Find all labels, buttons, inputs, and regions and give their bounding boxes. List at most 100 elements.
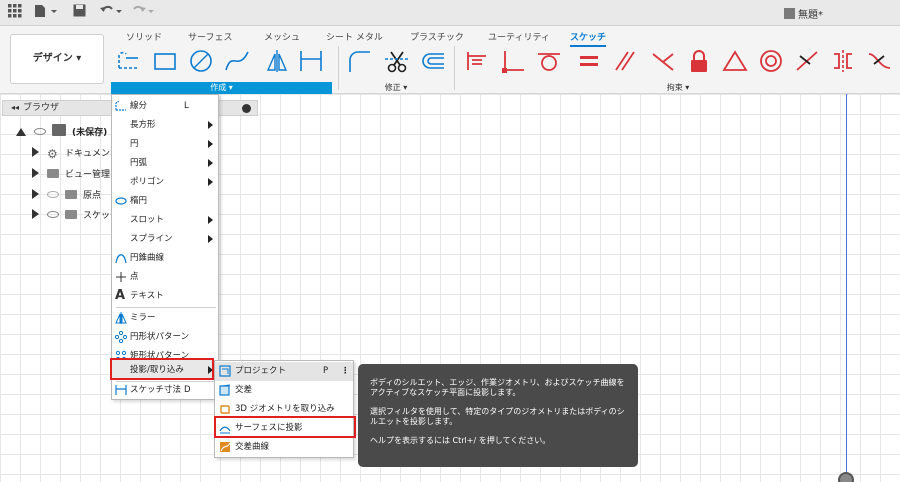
- browser-item-origin[interactable]: 原点: [32, 187, 101, 205]
- document-cube-icon: [784, 8, 795, 19]
- menu-item-polygon[interactable]: ポリゴン: [112, 173, 218, 191]
- equal-constraint-icon[interactable]: [576, 48, 602, 74]
- horizontal-vertical-constraint-icon[interactable]: [650, 48, 676, 74]
- folder-icon: [47, 169, 59, 178]
- collinear-constraint-icon[interactable]: [794, 48, 820, 74]
- curvature-constraint-icon[interactable]: [866, 48, 892, 74]
- tab-plastic[interactable]: プラスチック: [410, 30, 464, 43]
- intersect-icon: [219, 384, 231, 396]
- offset-tool-icon[interactable]: [420, 48, 446, 74]
- spline-tool-icon[interactable]: [224, 48, 250, 74]
- expand-triangle-icon[interactable]: [32, 189, 39, 199]
- concentric-constraint-icon[interactable]: [758, 48, 784, 74]
- submenu-item-project[interactable]: プロジェクト P ⋮: [215, 362, 353, 381]
- app-grid-icon[interactable]: [6, 4, 24, 22]
- expand-triangle-icon[interactable]: [16, 128, 26, 136]
- menu-item-point[interactable]: 点: [112, 268, 218, 286]
- modify-group-dropdown[interactable]: 修正 ▾: [346, 82, 446, 93]
- menu-item-spline[interactable]: スプライン: [112, 230, 218, 248]
- highlight-box-project-to-surface: [214, 416, 356, 438]
- midpoint-constraint-icon[interactable]: [722, 48, 748, 74]
- menu-item-label: 交差: [235, 385, 253, 395]
- browser-root-item[interactable]: (未保存): [16, 124, 107, 142]
- shortcut-key: L: [184, 101, 189, 111]
- dimension-tool-icon[interactable]: [298, 48, 324, 74]
- tab-sheet-metal[interactable]: シート メタル: [326, 30, 383, 43]
- origin-marker[interactable]: [838, 472, 854, 482]
- circular-pattern-icon: [115, 331, 127, 343]
- submenu-arrow-icon: [208, 159, 213, 167]
- menu-item-circle[interactable]: 円: [112, 135, 218, 153]
- visibility-eye-icon[interactable]: [34, 128, 46, 135]
- perpendicular-constraint-icon[interactable]: [500, 48, 526, 74]
- create-dropdown-menu: 線分 L 長方形 円 円弧 ポリゴン 楕円 スロット スプライン 円錐曲線 点 A…: [111, 94, 219, 400]
- ribbon-divider: [454, 46, 455, 90]
- tangent-constraint-icon[interactable]: [536, 48, 562, 74]
- circle-tool-icon[interactable]: [188, 48, 214, 74]
- menu-item-text[interactable]: A テキスト: [112, 287, 218, 305]
- symmetry-constraint-icon[interactable]: [830, 48, 856, 74]
- more-options-icon[interactable]: ⋮: [341, 362, 350, 381]
- line-icon: [115, 101, 126, 111]
- menu-item-label: 線分: [130, 101, 148, 111]
- visibility-eye-icon[interactable]: [47, 211, 59, 218]
- create-group-dropdown[interactable]: 作成 ▾: [111, 82, 332, 94]
- minimize-icon[interactable]: [242, 104, 251, 113]
- menu-item-label: 円弧: [130, 158, 148, 168]
- coincident-constraint-icon[interactable]: [464, 48, 490, 74]
- tab-utilities[interactable]: ユーティリティ: [488, 30, 550, 43]
- submenu-arrow-icon: [208, 121, 213, 129]
- tab-sketch[interactable]: スケッチ: [570, 30, 607, 47]
- menu-item-arc[interactable]: 円弧: [112, 154, 218, 172]
- menu-item-rectangle[interactable]: 長方形: [112, 116, 218, 134]
- point-icon: [116, 272, 126, 282]
- redo-icon[interactable]: [130, 4, 158, 22]
- expand-triangle-icon[interactable]: [32, 209, 39, 219]
- menu-item-mirror[interactable]: ミラー: [112, 309, 218, 327]
- mirror-icon: [115, 312, 127, 324]
- expand-triangle-icon[interactable]: [32, 168, 39, 178]
- menu-item-label: 3D ジオメトリを取り込み: [235, 404, 335, 414]
- undo-icon[interactable]: [98, 4, 126, 22]
- conic-curve-icon: [115, 254, 127, 264]
- menu-item-label: スロット: [130, 215, 165, 225]
- tab-surface[interactable]: サーフェス: [188, 30, 232, 43]
- menu-item-line[interactable]: 線分 L: [112, 97, 218, 115]
- fix-constraint-icon[interactable]: [686, 48, 712, 74]
- fillet-tool-icon[interactable]: [346, 48, 372, 74]
- highlight-box-project-include: [110, 358, 214, 380]
- menu-item-ellipse[interactable]: 楕円: [112, 192, 218, 210]
- constraints-group-dropdown[interactable]: 拘束 ▾: [464, 82, 892, 93]
- parallel-constraint-icon[interactable]: [612, 48, 638, 74]
- menu-item-circular-pattern[interactable]: 円形状パターン: [112, 328, 218, 346]
- menu-item-label: プロジェクト: [235, 366, 287, 376]
- trim-tool-icon[interactable]: [384, 48, 410, 74]
- workspace-switcher-button[interactable]: デザイン ▾: [10, 34, 104, 84]
- hidden-eye-icon[interactable]: [47, 191, 59, 198]
- menu-item-label: スプライン: [130, 234, 173, 244]
- menu-item-label: 点: [130, 272, 139, 282]
- mirror-tool-icon[interactable]: [264, 48, 290, 74]
- browser-item-document[interactable]: ⚙ ドキュメント: [32, 145, 119, 163]
- title-bar: 無題*: [0, 0, 900, 26]
- ribbon-divider: [338, 46, 339, 90]
- submenu-item-intersect[interactable]: 交差: [215, 381, 353, 400]
- submenu-arrow-icon: [208, 235, 213, 243]
- tab-solid[interactable]: ソリッド: [126, 30, 162, 43]
- menu-item-conic-curve[interactable]: 円錐曲線: [112, 249, 218, 267]
- menu-item-label: スケッチ寸法: [130, 385, 182, 395]
- file-menu-icon[interactable]: [32, 4, 60, 22]
- expand-triangle-icon[interactable]: [32, 147, 39, 157]
- component-icon: [52, 124, 66, 136]
- line-tool-icon[interactable]: [116, 48, 142, 74]
- menu-item-sketch-dimension[interactable]: スケッチ寸法 D: [112, 381, 218, 399]
- browser-item-view[interactable]: ビュー管理: [32, 166, 110, 184]
- collapse-arrows-icon[interactable]: ◂◂: [11, 103, 19, 112]
- include-3d-geometry-icon: [220, 405, 230, 414]
- tab-mesh[interactable]: メッシュ: [264, 30, 300, 43]
- save-icon[interactable]: [70, 4, 88, 22]
- menu-item-slot[interactable]: スロット: [112, 211, 218, 229]
- browser-item-sketch[interactable]: スケッチ: [32, 207, 119, 225]
- rectangle-tool-icon[interactable]: [152, 48, 178, 74]
- submenu-item-intersection-curve[interactable]: 交差曲線: [215, 438, 353, 457]
